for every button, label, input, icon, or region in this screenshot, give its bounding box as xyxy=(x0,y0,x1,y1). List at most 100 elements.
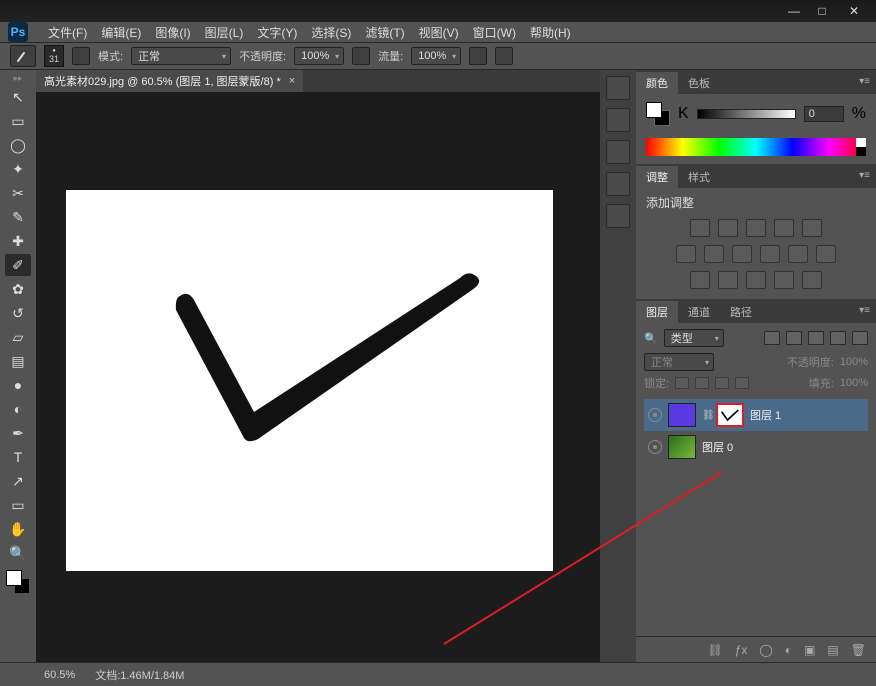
menu-file[interactable]: 文件(F) xyxy=(48,24,87,41)
fill-value[interactable]: 100% xyxy=(840,377,868,389)
menu-view[interactable]: 视图(V) xyxy=(419,24,459,41)
adj-curves-icon[interactable] xyxy=(746,219,766,237)
lock-pixels-icon[interactable] xyxy=(695,377,709,389)
adj-threshold-icon[interactable] xyxy=(746,271,766,289)
brush-panel-icon[interactable] xyxy=(72,47,90,65)
visibility-toggle[interactable] xyxy=(648,408,662,422)
tool-preset-picker[interactable] xyxy=(10,45,36,67)
adj-gradientmap-icon[interactable] xyxy=(774,271,794,289)
add-mask-icon[interactable]: ◯ xyxy=(759,643,772,657)
color-slider[interactable] xyxy=(697,109,796,119)
flow-dropdown[interactable]: 100% xyxy=(411,47,461,65)
maximize-button[interactable]: □ xyxy=(808,2,836,20)
close-button[interactable]: ✕ xyxy=(836,2,872,20)
adj-brightness-icon[interactable] xyxy=(690,219,710,237)
panel-menu-icon[interactable]: ▾≡ xyxy=(859,305,870,316)
menu-edit[interactable]: 编辑(E) xyxy=(101,24,141,41)
eraser-tool[interactable]: ▱ xyxy=(5,326,31,348)
hand-tool[interactable]: ✋ xyxy=(5,518,31,540)
adj-balance-icon[interactable] xyxy=(704,245,724,263)
menu-select[interactable]: 选择(S) xyxy=(311,24,351,41)
layer-mask-thumbnail[interactable] xyxy=(716,403,744,427)
canvas-viewport[interactable] xyxy=(36,92,600,662)
lock-transparency-icon[interactable] xyxy=(675,377,689,389)
zoom-tool[interactable]: 🔍 xyxy=(5,542,31,564)
brush-settings-icon[interactable] xyxy=(606,108,630,132)
airbrush-icon[interactable] xyxy=(469,47,487,65)
adj-invert-icon[interactable] xyxy=(690,271,710,289)
filter-shape-icon[interactable] xyxy=(830,331,846,345)
layer-name[interactable]: 图层 1 xyxy=(750,407,781,423)
move-tool[interactable]: ↖ xyxy=(5,86,31,108)
adj-posterize-icon[interactable] xyxy=(718,271,738,289)
new-fill-icon[interactable]: ◐ xyxy=(785,643,792,657)
healing-tool[interactable]: ✚ xyxy=(5,230,31,252)
color-swatches[interactable] xyxy=(6,570,30,594)
opacity-value[interactable]: 100% xyxy=(840,356,868,368)
blend-mode-dropdown[interactable]: 正常 xyxy=(131,47,231,65)
layer-row[interactable]: ⛓ 图层 1 xyxy=(644,399,868,431)
zoom-level[interactable]: 60.5% xyxy=(44,669,75,681)
tab-swatches[interactable]: 色板 xyxy=(678,72,720,94)
adj-exposure-icon[interactable] xyxy=(774,219,794,237)
new-group-icon[interactable]: ▣ xyxy=(804,643,815,657)
close-document-icon[interactable]: × xyxy=(289,75,295,87)
tab-paths[interactable]: 路径 xyxy=(720,301,762,323)
layer-fx-icon[interactable]: ƒx xyxy=(735,643,748,657)
tab-adjustments[interactable]: 调整 xyxy=(636,166,678,188)
panel-menu-icon[interactable]: ▾≡ xyxy=(859,170,870,181)
type-tool[interactable]: T xyxy=(5,446,31,468)
stamp-tool[interactable]: ✿ xyxy=(5,278,31,300)
filter-type-icon[interactable] xyxy=(808,331,824,345)
brush-tool[interactable]: ✐ xyxy=(5,254,31,276)
tools-grip[interactable]: ▸▸ xyxy=(5,72,31,84)
layer-row[interactable]: 图层 0 xyxy=(644,431,868,463)
adj-lut-icon[interactable] xyxy=(816,245,836,263)
shape-tool[interactable]: ▭ xyxy=(5,494,31,516)
clone-source-icon[interactable] xyxy=(606,172,630,196)
adj-channelmixer-icon[interactable] xyxy=(788,245,808,263)
foreground-swatch[interactable] xyxy=(6,570,22,586)
layer-thumbnail[interactable] xyxy=(668,435,696,459)
menu-filter[interactable]: 滤镜(T) xyxy=(365,24,404,41)
visibility-toggle[interactable] xyxy=(648,440,662,454)
menu-window[interactable]: 窗口(W) xyxy=(473,24,516,41)
adj-levels-icon[interactable] xyxy=(718,219,738,237)
color-value-input[interactable]: 0 xyxy=(804,106,844,122)
blur-tool[interactable]: ● xyxy=(5,374,31,396)
marquee-tool[interactable]: ▭ xyxy=(5,110,31,132)
layer-filter-dropdown[interactable]: 类型 xyxy=(664,329,724,347)
path-select-tool[interactable]: ↗ xyxy=(5,470,31,492)
brush-size-picker[interactable]: ● 31 xyxy=(44,45,64,67)
color-panel-swatches[interactable] xyxy=(646,102,670,126)
delete-layer-icon[interactable]: 🗑 xyxy=(851,643,866,657)
tab-layers[interactable]: 图层 xyxy=(636,301,678,323)
artboard[interactable] xyxy=(66,190,553,571)
adj-bw-icon[interactable] xyxy=(732,245,752,263)
menu-layer[interactable]: 图层(L) xyxy=(205,24,244,41)
tab-styles[interactable]: 样式 xyxy=(678,166,720,188)
history-brush-tool[interactable]: ↺ xyxy=(5,302,31,324)
tab-channels[interactable]: 通道 xyxy=(678,301,720,323)
adj-selective-icon[interactable] xyxy=(802,271,822,289)
filter-adjust-icon[interactable] xyxy=(786,331,802,345)
menu-help[interactable]: 帮助(H) xyxy=(530,24,571,41)
opacity-dropdown[interactable]: 100% xyxy=(294,47,344,65)
link-layers-icon[interactable]: ⛓ xyxy=(707,643,722,657)
eyedropper-tool[interactable]: ✎ xyxy=(5,206,31,228)
menu-type[interactable]: 文字(Y) xyxy=(257,24,297,41)
minimize-button[interactable]: — xyxy=(780,2,808,20)
new-layer-icon[interactable]: ▤ xyxy=(827,643,838,657)
brushes-icon[interactable] xyxy=(606,140,630,164)
color-spectrum[interactable] xyxy=(646,138,866,156)
filter-pixel-icon[interactable] xyxy=(764,331,780,345)
pen-tool[interactable]: ✒ xyxy=(5,422,31,444)
dodge-tool[interactable]: ◐ xyxy=(5,398,31,420)
lock-position-icon[interactable] xyxy=(715,377,729,389)
pressure-size-icon[interactable] xyxy=(495,47,513,65)
gradient-tool[interactable]: ▤ xyxy=(5,350,31,372)
menu-image[interactable]: 图像(I) xyxy=(155,24,190,41)
document-tab[interactable]: 高光素材029.jpg @ 60.5% (图层 1, 图层蒙版/8) * × xyxy=(36,70,303,92)
lock-all-icon[interactable] xyxy=(735,377,749,389)
layer-thumbnail[interactable] xyxy=(668,403,696,427)
